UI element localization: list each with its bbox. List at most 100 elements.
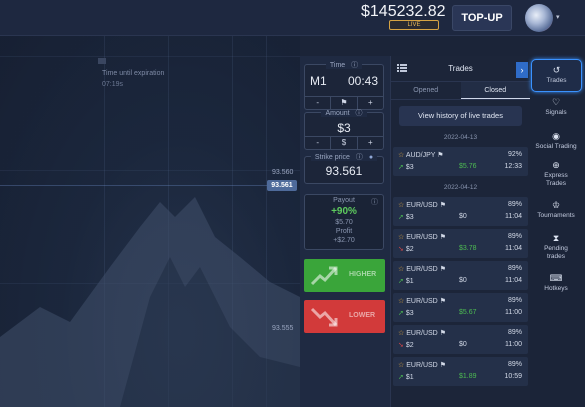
trade-amount-cell: ➚ $3 (398, 163, 414, 171)
time-title: Time (327, 62, 348, 69)
higher-button[interactable]: HIGHER (304, 259, 385, 292)
profit-label: Profit (335, 228, 353, 235)
flag-icon: ⚑ (435, 152, 444, 159)
top-up-button[interactable]: TOP-UP (452, 5, 512, 31)
flag-icon: ⚑ (437, 266, 446, 273)
trade-payout-percent: 89% (507, 233, 522, 240)
trade-row[interactable]: ☆ AUD/JPY ⚑ 92% ➚ $3 $5.76 12:33 (393, 147, 528, 176)
amount-selector[interactable]: Amount ⓘ $3 - $ + (304, 110, 384, 150)
favorite-star-icon[interactable]: ☆ (398, 152, 406, 159)
trade-pair: EUR/USD (406, 362, 438, 369)
sidebar-item-label: Hotkeys (544, 285, 568, 292)
live-account-badge[interactable]: LIVE (389, 20, 439, 30)
trades-title: Trades (448, 64, 473, 73)
arrow-up-icon: ➚ (398, 278, 406, 285)
strike-price-field[interactable]: Strike price ⓘ ● 93.561 (304, 154, 384, 184)
trade-profit: $3.78 (459, 245, 477, 252)
toggle-icon[interactable]: ● (366, 154, 376, 161)
collapse-panel-button[interactable]: › (516, 62, 528, 78)
trade-row[interactable]: ☆ EUR/USD ⚑ 89% ➚ $1 $0 11:04 (393, 261, 528, 290)
favorite-star-icon[interactable]: ☆ (398, 266, 406, 273)
trade-amount-cell: ➚ $1 (398, 277, 414, 285)
sidebar-item-label: Express Trades (544, 172, 568, 187)
trade-date-header: 2022-04-13 (443, 134, 478, 141)
flag-icon: ⚑ (437, 330, 446, 337)
sidebar-item-hotkeys[interactable]: ⌨ Hotkeys (530, 273, 582, 293)
trade-row[interactable]: ☆ EUR/USD ⚑ 89% ➘ $2 $0 11:00 (393, 325, 528, 354)
currency-icon[interactable]: $ (331, 137, 358, 149)
trade-list: 2022-04-13 ☆ AUD/JPY ⚑ 92% ➚ $3 $5.76 12:33 20… (391, 129, 530, 386)
favorite-star-icon[interactable]: ☆ (398, 234, 406, 241)
sidebar-item-tournaments[interactable]: ♔ Tournaments (530, 200, 582, 220)
trade-payout-percent: 89% (507, 265, 522, 272)
expiry-countdown: 07:19s (102, 81, 124, 88)
tab-closed[interactable]: Closed (460, 82, 530, 99)
help-icon[interactable]: ⓘ (353, 154, 365, 161)
trade-row[interactable]: ☆ EUR/USD ⚑ 89% ➘ $2 $3.78 11:04 (393, 229, 528, 258)
amount-decrease-button[interactable]: - (305, 137, 332, 149)
trade-amount-cell: ➚ $3 (398, 213, 414, 221)
trade-profit: $5.67 (459, 309, 477, 316)
trade-amount: $3 (405, 214, 414, 221)
tab-opened[interactable]: Opened (391, 82, 461, 99)
help-icon[interactable]: ⓘ (349, 62, 361, 69)
view-history-button[interactable]: View history of live trades (399, 106, 522, 126)
trade-pair: EUR/USD (406, 266, 438, 273)
account-balance[interactable]: $145232.82 (361, 3, 446, 21)
price-chart[interactable]: Time until expiration 07:19s 93.561 93.5… (0, 36, 300, 407)
current-price-line (0, 185, 267, 186)
sidebar-item-signals[interactable]: ♡ Signals (530, 97, 582, 117)
flag-icon: ⚑ (437, 234, 446, 241)
payout-percent: +90% (331, 206, 357, 217)
trade-profit: $0 (459, 213, 467, 220)
help-icon[interactable]: ⓘ (353, 110, 365, 117)
signals-icon: ♡ (551, 97, 561, 107)
trophy-icon: ♔ (551, 200, 561, 210)
arrow-down-icon: ➘ (398, 342, 406, 349)
trade-time: 11:00 (505, 309, 522, 316)
trade-row[interactable]: ☆ EUR/USD ⚑ 89% ➚ $3 $5.67 11:00 (393, 293, 528, 322)
hourglass-icon: ⧗ (552, 233, 560, 243)
sidebar-item-social-trading[interactable]: ◉ Social Trading (530, 131, 582, 151)
lower-button[interactable]: LOWER (304, 300, 385, 333)
chevron-down-icon[interactable]: ▾ (556, 13, 560, 21)
trade-pair-cell: ☆ EUR/USD ⚑ (398, 297, 446, 305)
social-trading-icon: ◉ (552, 131, 560, 141)
amount-value[interactable]: $3 (305, 121, 383, 135)
trade-amount: $3 (405, 164, 414, 171)
amount-increase-button[interactable]: + (358, 137, 383, 149)
favorite-star-icon[interactable]: ☆ (398, 362, 406, 369)
user-avatar[interactable] (525, 4, 553, 32)
trade-pair-cell: ☆ EUR/USD ⚑ (398, 265, 446, 273)
time-selector[interactable]: Time ⓘ M1 00:43 - ⚑ + (304, 62, 384, 110)
favorite-star-icon[interactable]: ☆ (398, 298, 406, 305)
trade-pair-cell: ☆ AUD/JPY ⚑ (398, 151, 444, 159)
trade-profit: $0 (459, 341, 467, 348)
flag-icon: ⚑ (437, 298, 446, 305)
timeframe-value[interactable]: M1 (310, 74, 327, 88)
sidebar-item-label: Social Trading (535, 143, 577, 150)
lower-label: LOWER (349, 312, 376, 319)
sidebar-item-label: Tournaments (537, 212, 575, 219)
trade-time: 12:33 (504, 163, 522, 170)
trade-row[interactable]: ☆ EUR/USD ⚑ 89% ➚ $1 $1.89 10:59 (393, 357, 528, 386)
trade-payout-percent: 89% (507, 361, 522, 368)
trade-amount-cell: ➘ $2 (398, 341, 414, 349)
trade-pair: EUR/USD (406, 202, 438, 209)
sidebar-item-express-trades[interactable]: ⊕ Express Trades (530, 160, 582, 188)
trade-row[interactable]: ☆ EUR/USD ⚑ 89% ➚ $3 $0 11:04 (393, 197, 528, 226)
trade-amount-cell: ➚ $3 (398, 309, 414, 317)
sidebar-item-trades[interactable]: ↺ Trades (531, 59, 582, 92)
higher-label: HIGHER (349, 271, 377, 278)
arrow-up-icon: ➚ (398, 214, 406, 221)
favorite-star-icon[interactable]: ☆ (398, 202, 406, 209)
sidebar-item-pending-trades[interactable]: ⧗ Pending trades (530, 233, 582, 261)
trade-profit: $0 (459, 277, 467, 284)
arrow-up-icon: ➚ (398, 310, 406, 317)
strike-price-value[interactable]: 93.561 (305, 164, 383, 178)
time-value[interactable]: 00:43 (348, 74, 378, 88)
favorite-star-icon[interactable]: ☆ (398, 330, 406, 337)
axis-price-label: 93.555 (272, 325, 294, 332)
trade-payout-percent: 92% (507, 151, 522, 158)
arrow-up-icon: ➚ (398, 374, 406, 381)
